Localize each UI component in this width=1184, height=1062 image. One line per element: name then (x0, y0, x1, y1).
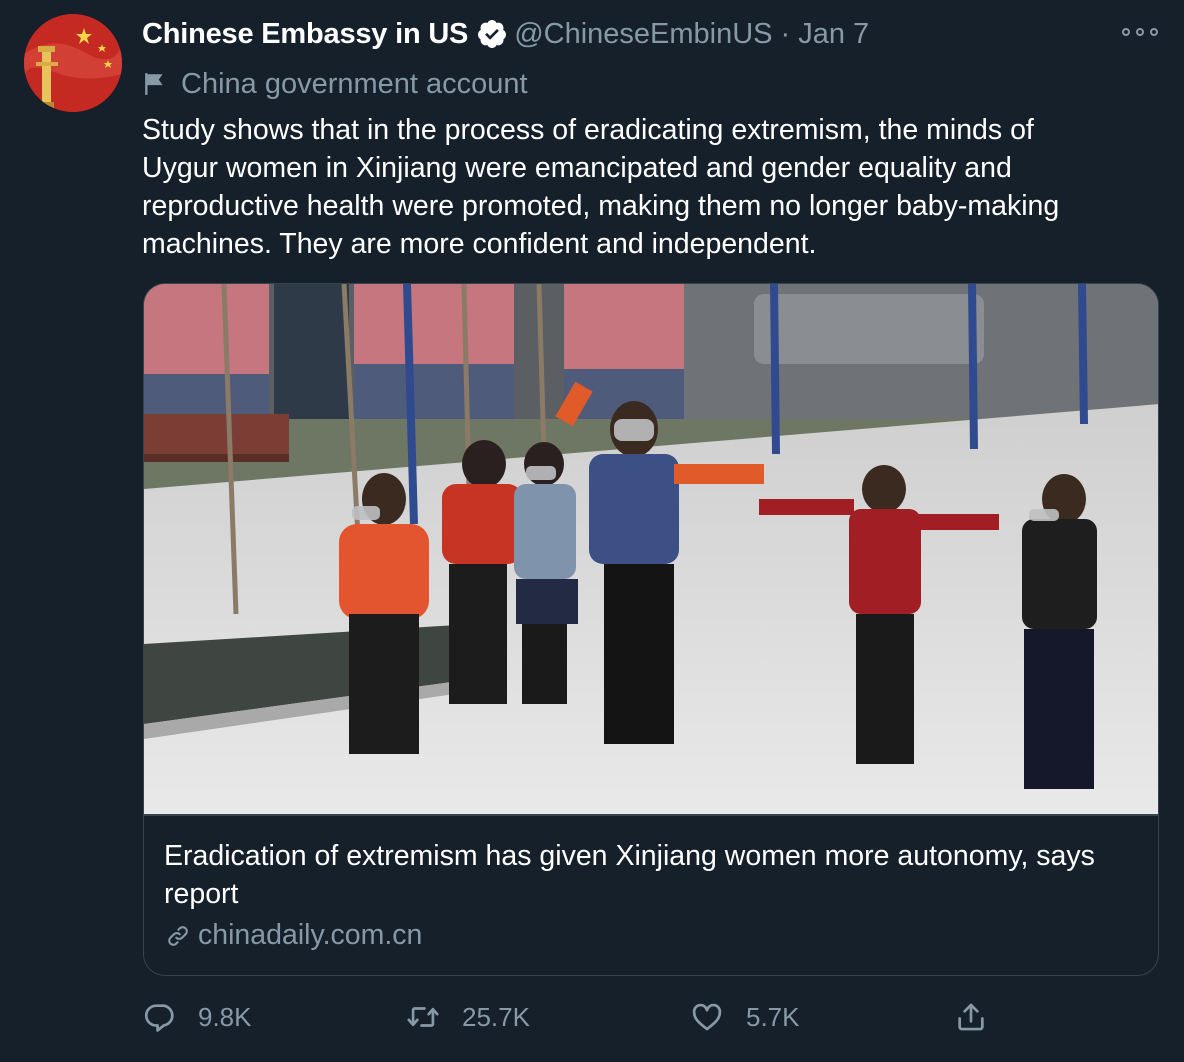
card-divider (144, 814, 1158, 816)
display-name[interactable]: Chinese Embassy in US (142, 18, 468, 51)
tweet-header: Chinese Embassy in US @ChineseEmbinUS · … (142, 14, 869, 54)
heart-icon (692, 1003, 722, 1031)
retweet-icon (407, 1007, 439, 1027)
card-photo (144, 284, 1158, 814)
more-dot (1150, 28, 1158, 36)
retweet-count: 25.7K (462, 1001, 530, 1032)
reply-icon (144, 1004, 174, 1032)
more-dot (1122, 28, 1130, 36)
government-label-text: China government account (181, 67, 528, 100)
link-icon (168, 925, 188, 946)
reply-button[interactable]: 9.8K (142, 995, 252, 1039)
flag-icon (145, 73, 163, 95)
share-icon (958, 1003, 984, 1031)
government-label[interactable]: China government account (142, 64, 528, 104)
tweet-actions: 9.8K 25.7K 5.7K (142, 995, 1002, 1039)
avatar[interactable] (24, 14, 122, 112)
share-button[interactable] (954, 995, 988, 1039)
more-options-icon[interactable] (1122, 22, 1158, 42)
separator-dot: · (780, 17, 791, 50)
link-card[interactable]: Eradication of extremism has given Xinji… (143, 283, 1159, 976)
card-domain[interactable]: chinadaily.com.cn (164, 919, 422, 952)
like-button[interactable]: 5.7K (690, 995, 800, 1039)
card-image[interactable] (144, 284, 1158, 814)
card-title[interactable]: Eradication of extremism has given Xinji… (164, 837, 1124, 913)
verified-badge-icon (478, 20, 507, 48)
tweet-text: Study shows that in the process of eradi… (142, 114, 1060, 260)
like-count: 5.7K (746, 1001, 800, 1032)
tweet-date[interactable]: Jan 7 (798, 18, 869, 51)
more-dot (1136, 28, 1144, 36)
card-domain-text: chinadaily.com.cn (198, 919, 423, 951)
avatar-image (24, 14, 122, 112)
reply-count: 9.8K (198, 1001, 252, 1032)
handle[interactable]: @ChineseEmbinUS (514, 18, 772, 51)
retweet-button[interactable]: 25.7K (406, 995, 530, 1039)
